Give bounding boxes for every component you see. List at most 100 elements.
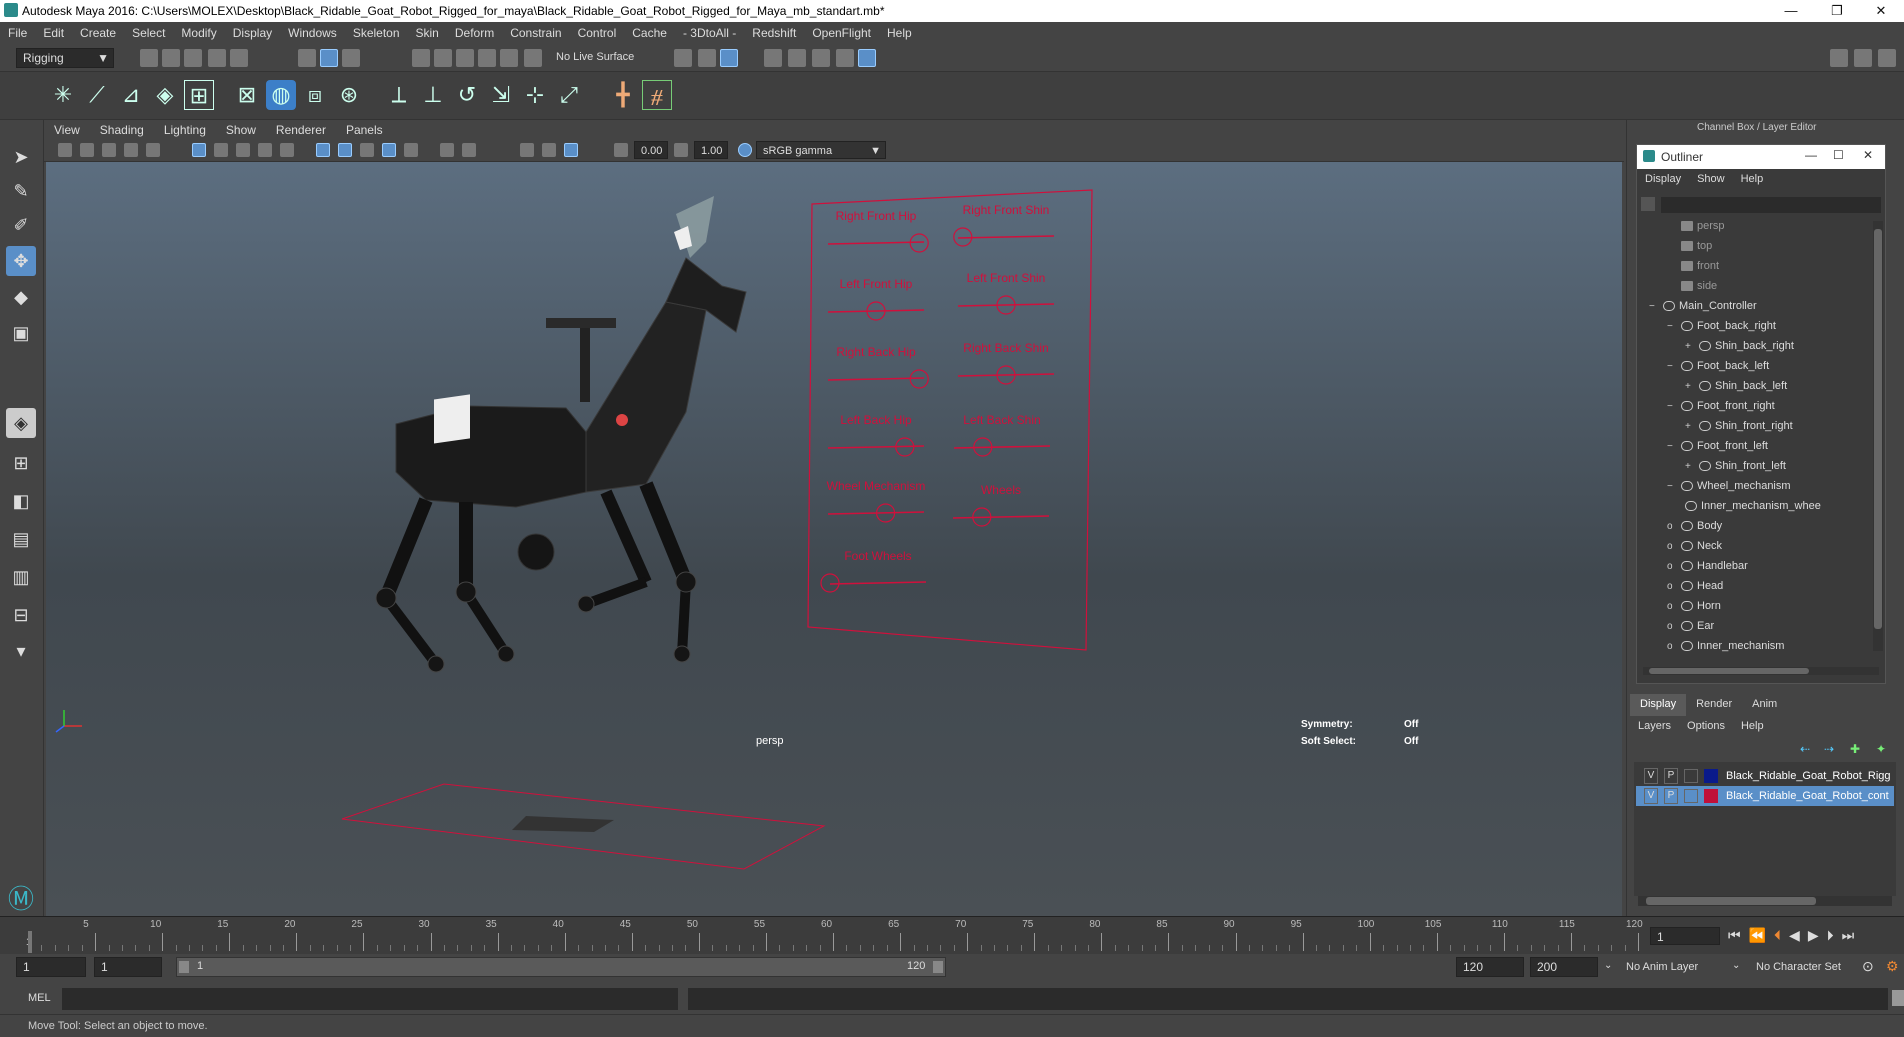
layer-type-toggle[interactable] [1684,789,1698,803]
viewport-menu-view[interactable]: View [44,123,90,137]
paint-weights-icon[interactable]: ◍ [266,80,296,110]
make-live-icon[interactable] [500,49,518,67]
three-view-icon[interactable]: ▥ [6,562,36,592]
create-joint-icon[interactable]: ✳ [48,80,78,110]
layer-name[interactable]: Black_Ridable_Goat_Robot_cont [1726,786,1892,806]
outliner-item[interactable]: o Neck [1637,537,1722,555]
point-constraint-icon[interactable]: ⊥ [418,80,448,110]
hypershade-icon[interactable] [858,49,876,67]
channel-box-toggle-icon[interactable] [1854,49,1872,67]
menu-select[interactable]: Select [124,26,173,40]
outliner-item[interactable]: − Foot_back_left [1637,357,1769,375]
two-view-icon[interactable]: ◧ [6,486,36,516]
field-chart-icon[interactable] [280,143,294,157]
move-tool-icon[interactable]: ✥ [6,246,36,276]
viewport-menu-shading[interactable]: Shading [90,123,154,137]
range-inner-start-field[interactable]: 1 [94,957,162,977]
construction-history-icon[interactable] [720,49,738,67]
new-layer-selected-icon[interactable]: ✦ [1876,742,1886,756]
current-frame-field[interactable]: 1 [1650,927,1720,945]
isolate-select-icon[interactable] [520,143,534,157]
outliner-item[interactable]: + Shin_front_left [1637,457,1786,475]
gamma-field[interactable]: 1.00 [694,141,728,159]
menu-cache[interactable]: Cache [624,26,675,40]
menu-edit[interactable]: Edit [35,26,72,40]
locator-icon[interactable]: ╋ [608,80,638,110]
outliner-filter-field[interactable] [1661,197,1881,213]
control-slider-track[interactable] [827,445,925,449]
layer-menu-layers[interactable]: Layers [1630,718,1679,738]
collapse-icon[interactable]: − [1667,478,1681,496]
layer-type-toggle[interactable] [1684,769,1698,783]
viewport-menu-show[interactable]: Show [216,123,266,137]
viewport-menu-renderer[interactable]: Renderer [266,123,336,137]
leaf-node-icon[interactable]: o [1667,618,1681,636]
time-ruler[interactable]: 5 10 15 20 25 30 35 40 45 50 55 60 65 70 75 80 85 90 95 100… [28,917,1643,953]
select-tool-icon[interactable]: ➤ [6,142,36,172]
range-start-field[interactable]: 1 [16,957,86,977]
leaf-node-icon[interactable]: o [1667,518,1681,536]
character-set-label[interactable]: No Character Set [1756,961,1841,973]
pivot-icon[interactable]: ⧣ [642,80,672,110]
control-slider-knob[interactable] [909,233,929,253]
expand-icon[interactable]: + [1685,378,1699,396]
menu-deform[interactable]: Deform [447,26,502,40]
select-hierarchy-icon[interactable] [298,49,316,67]
shadows-icon[interactable] [440,143,454,157]
maximize-button[interactable]: ❐ [1814,0,1860,22]
wireframe-icon[interactable] [316,143,330,157]
range-slider-bar[interactable]: 1 120 [176,957,946,977]
layer-tab-anim[interactable]: Anim [1742,694,1787,716]
layer-menu-options[interactable]: Options [1679,718,1733,738]
color-management-icon[interactable] [738,143,752,157]
collapse-icon[interactable]: − [1667,398,1681,416]
layer-name[interactable]: Black_Ridable_Goat_Robot_Rigg [1726,766,1892,786]
control-slider-knob[interactable] [820,573,840,593]
outliner-menu-display[interactable]: Display [1637,173,1689,191]
lattice-icon[interactable]: ⧈ [300,80,330,110]
leaf-node-icon[interactable]: o [1667,538,1681,556]
textured-icon[interactable] [382,143,396,157]
layer-tab-display[interactable]: Display [1630,694,1687,716]
control-slider-track[interactable] [957,235,1055,239]
cluster-icon[interactable]: ⊛ [334,80,364,110]
render-frame-icon[interactable] [788,49,806,67]
snap-curve-icon[interactable] [434,49,452,67]
chevron-down-icon[interactable]: ⌄ [1732,960,1740,971]
lasso-tool-icon[interactable]: ✎ [6,176,36,206]
expand-icon[interactable]: + [1685,338,1699,356]
snap-point-icon[interactable] [456,49,474,67]
outliner-close-icon[interactable]: ✕ [1863,148,1873,162]
open-scene-icon[interactable] [162,49,180,67]
output-ops-icon[interactable] [698,49,716,67]
outliner-item[interactable]: − Wheel_mechanism [1637,477,1791,495]
leaf-node-icon[interactable]: o [1667,598,1681,616]
minimize-button[interactable]: — [1768,0,1814,22]
goat-robot-model[interactable] [375,196,747,673]
menu-set-dropdown[interactable]: Rigging ▼ [16,48,114,68]
menu-control[interactable]: Control [570,26,625,40]
viewport-menu-lighting[interactable]: Lighting [154,123,216,137]
orient-joint-icon[interactable]: ⊞ [184,80,214,110]
outliner-item[interactable]: front [1637,257,1719,275]
bookmark-icon[interactable] [102,143,116,157]
outliner-item[interactable]: + Shin_back_right [1637,337,1794,355]
bind-skin-icon[interactable]: ⊠ [232,80,262,110]
go-to-end-icon[interactable]: ⏭ [1842,927,1855,945]
outliner-menu-help[interactable]: Help [1733,173,1772,191]
attribute-editor-toggle-icon[interactable] [1878,49,1896,67]
step-forward-frame-icon[interactable]: ⏵ [1827,927,1834,945]
outliner-item[interactable]: − Foot_front_right [1637,397,1775,415]
control-slider-track[interactable] [957,303,1055,307]
outliner-maximize-icon[interactable]: ☐ [1833,148,1844,162]
scale-tool-icon[interactable]: ▣ [6,318,36,348]
scale-constraint-icon[interactable]: ⇲ [486,80,516,110]
undo-icon[interactable] [208,49,226,67]
outliner-item[interactable]: o Body [1637,517,1722,535]
workspace-icon[interactable] [1830,49,1848,67]
ik-handle-icon[interactable]: ⟋ [82,80,112,110]
menu-windows[interactable]: Windows [280,26,345,40]
single-view-icon[interactable]: ◈ [6,408,36,438]
xray-icon[interactable] [542,143,556,157]
command-input[interactable] [62,988,678,1010]
